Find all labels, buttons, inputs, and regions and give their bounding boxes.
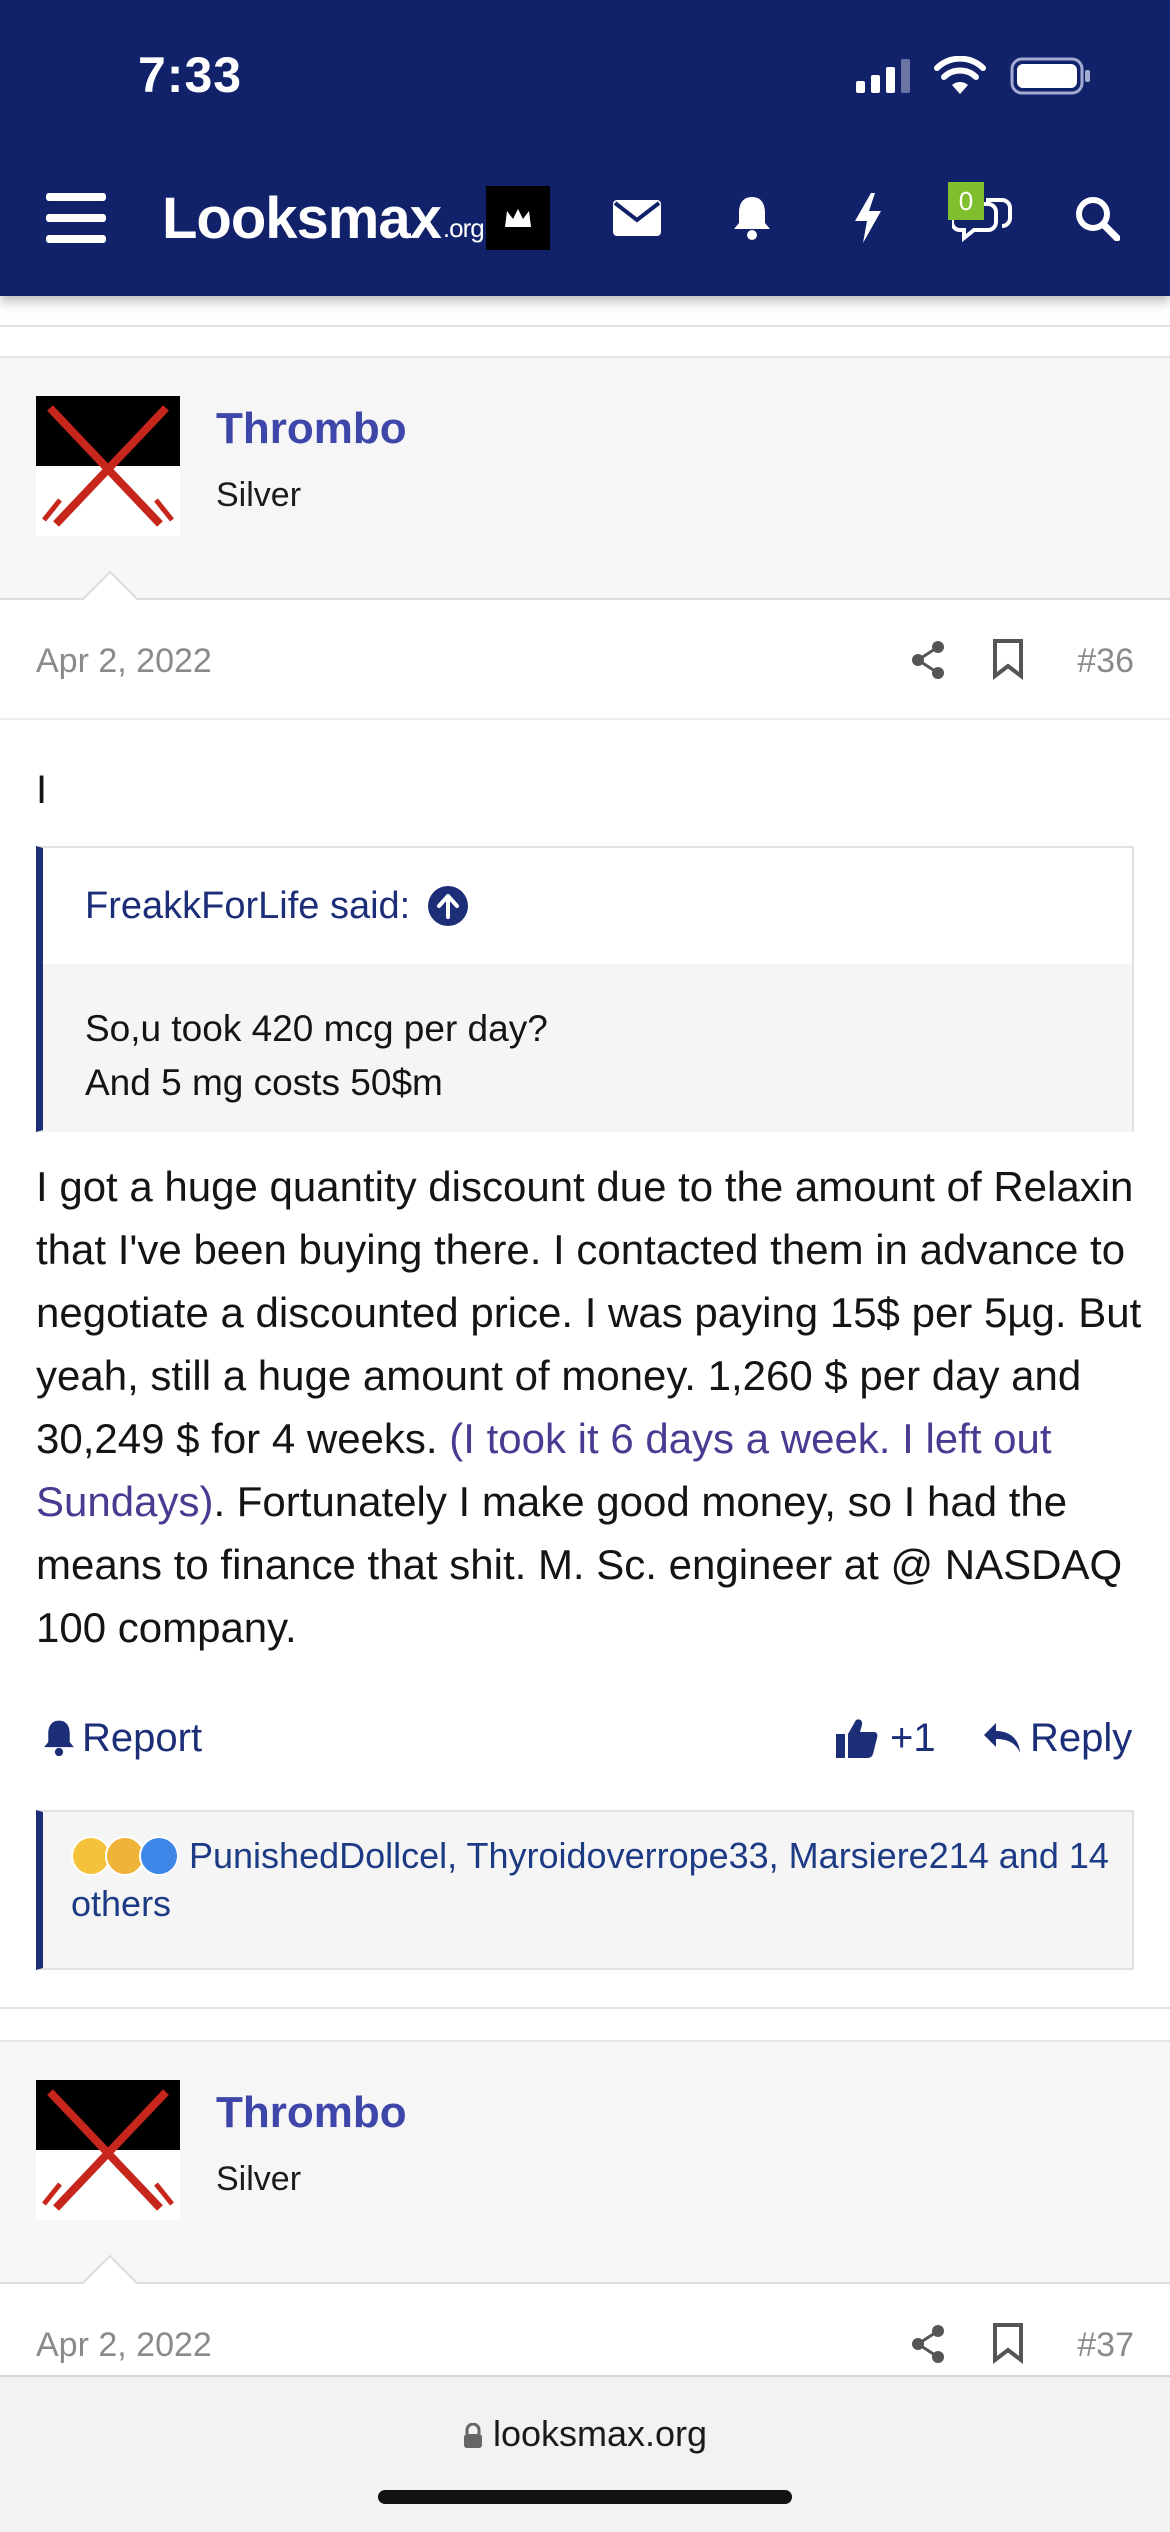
author-name[interactable]: Thrombo [216, 2088, 407, 2138]
bookmark-icon[interactable] [992, 638, 1024, 680]
reply-button[interactable]: Reply [982, 1698, 1132, 1778]
quote-content: So,u took 420 mcg per day? And 5 mg cost… [43, 964, 1132, 1132]
search-icon[interactable] [1072, 178, 1122, 258]
quote-author[interactable]: FreakkForLife said: [85, 885, 410, 928]
hamburger-menu-icon[interactable] [44, 178, 108, 258]
notifications-bell-icon[interactable] [726, 178, 778, 258]
post-first-line: I [36, 768, 48, 812]
reply-arrow-icon [984, 1723, 1020, 1753]
like-count: +1 [890, 1715, 936, 1760]
post-meta-row: Apr 2, 2022 #36 [0, 600, 1170, 720]
report-label: Report [82, 1715, 203, 1760]
address-display[interactable]: looksmax.org [0, 2413, 1170, 2455]
quote-line: And 5 mg costs 50$m [85, 1062, 443, 1103]
mail-icon[interactable] [610, 178, 664, 258]
post-divider [0, 2007, 1170, 2009]
quote-header[interactable]: FreakkForLife said: [43, 848, 1132, 964]
author-pointer-arrow [82, 2254, 138, 2284]
bookmark-icon[interactable] [992, 2322, 1024, 2364]
section-divider [0, 325, 1170, 327]
avatar[interactable] [36, 396, 180, 536]
chat-count-badge: 0 [948, 182, 984, 220]
jump-to-quote-icon[interactable] [428, 886, 469, 926]
author-rank: Silver [216, 476, 302, 514]
logo-text: Looksmax [162, 185, 442, 251]
report-button[interactable]: Report [42, 1698, 202, 1778]
share-icon[interactable] [910, 2324, 946, 2364]
battery-icon [1010, 57, 1090, 95]
logo-suffix: .org [442, 212, 485, 243]
bell-icon [44, 1720, 74, 1757]
status-time: 7:33 [138, 47, 243, 103]
post-actions: Report +1 Reply [0, 1698, 1170, 1778]
author-rank: Silver [216, 2160, 302, 2198]
author-pointer-arrow [82, 570, 138, 600]
avatar[interactable] [36, 2080, 180, 2220]
quote-line: So,u took 420 mcg per day? [85, 1008, 548, 1049]
wifi-icon [934, 56, 986, 94]
reactions-summary[interactable]: PunishedDollcel, Thyroidoverrope33, Mars… [36, 1810, 1134, 1970]
lock-icon [463, 2422, 482, 2448]
author-name[interactable]: Thrombo [216, 404, 407, 454]
post-body: I got a huge quantity discount due to th… [36, 1155, 1146, 1659]
browser-address-bar[interactable]: looksmax.org [0, 2375, 1170, 2532]
home-indicator[interactable] [378, 2490, 792, 2504]
thumbs-up-reaction-icon [139, 1836, 179, 1876]
crown-icon[interactable] [486, 186, 550, 250]
post-number[interactable]: #36 [1077, 642, 1134, 681]
reactions-users[interactable]: PunishedDollcel, Thyroidoverrope33, Mars… [71, 1835, 1109, 1924]
lightning-icon[interactable] [846, 178, 890, 258]
share-icon[interactable] [910, 640, 946, 680]
post-date[interactable]: Apr 2, 2022 [36, 642, 212, 681]
site-logo[interactable]: Looksmax .org [162, 178, 485, 258]
thumbs-up-icon [836, 1719, 878, 1758]
cellular-signal-icon [856, 59, 910, 93]
post-author-block: Thrombo Silver [0, 2040, 1170, 2284]
reply-label: Reply [1030, 1715, 1133, 1760]
post-date[interactable]: Apr 2, 2022 [36, 2326, 212, 2365]
top-navigation-bar: 7:33 Looksmax .org 0 [0, 0, 1170, 296]
like-button[interactable]: +1 [836, 1698, 936, 1778]
post-number[interactable]: #37 [1077, 2326, 1134, 2365]
quote-block: FreakkForLife said: So,u took 420 mcg pe… [36, 846, 1134, 1132]
post-author-block: Thrombo Silver [0, 356, 1170, 600]
site-nav: Looksmax .org 0 [0, 178, 1170, 258]
url-text: looksmax.org [492, 2413, 708, 2454]
status-icons [856, 56, 1092, 96]
